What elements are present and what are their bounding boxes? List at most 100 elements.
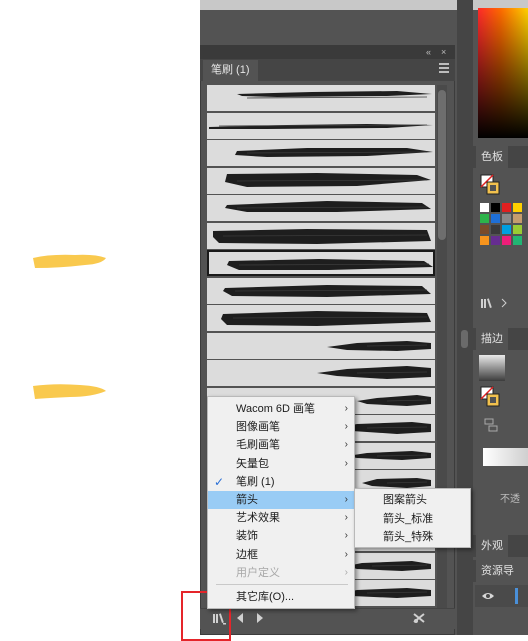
brush-row[interactable]: [207, 222, 435, 249]
swatch[interactable]: [502, 236, 511, 245]
brush-stroke-preview: [213, 228, 431, 244]
arrows-submenu: 图案箭头箭头_标准箭头_特殊: [354, 488, 471, 548]
brush-stroke-preview: [225, 172, 431, 187]
swatch[interactable]: [513, 225, 522, 234]
menu-item[interactable]: 毛刷画笔 ›: [208, 436, 354, 454]
menu-item-other-library[interactable]: 其它库(O)...: [208, 588, 354, 606]
submenu-arrow-icon: ›: [344, 566, 348, 578]
swatch[interactable]: [502, 225, 511, 234]
swatch-library-icon[interactable]: [480, 296, 525, 310]
brush-row[interactable]: [207, 167, 435, 194]
scrollbar-thumb[interactable]: [438, 90, 446, 240]
gradient-swatch[interactable]: [479, 355, 505, 381]
tab-appearance[interactable]: 外观: [476, 535, 508, 557]
menu-item[interactable]: 矢量包 ›: [208, 455, 354, 473]
submenu-arrow-icon: ›: [344, 457, 348, 469]
brush-row[interactable]: [207, 332, 435, 359]
next-library-icon[interactable]: [255, 611, 265, 630]
asset-row[interactable]: [475, 585, 528, 607]
tab-more[interactable]: [511, 146, 525, 168]
tab-asset-export[interactable]: 资源导出: [476, 560, 528, 599]
selection-indicator: [515, 588, 518, 604]
brush-row[interactable]: [207, 85, 435, 111]
swatch[interactable]: [491, 203, 500, 212]
brush-row[interactable]: [207, 250, 435, 276]
menu-item[interactable]: 图像画笔 ›: [208, 418, 354, 436]
menu-item-label: 边框: [236, 548, 258, 561]
menu-item-label: 其它库(O)...: [236, 591, 295, 603]
tab-brushes[interactable]: 笔刷 (1): [203, 60, 258, 81]
menu-item[interactable]: 箭头 ›: [208, 491, 354, 509]
swatch[interactable]: [513, 214, 522, 223]
brush-row[interactable]: [207, 140, 435, 166]
brush-stroke-preview: [209, 123, 433, 129]
brush-row[interactable]: [207, 360, 435, 386]
remove-brush-icon[interactable]: [412, 611, 426, 630]
menu-item-label: 毛刷画笔: [236, 439, 280, 452]
brush-stroke-preview: [223, 284, 431, 297]
brush-row[interactable]: [207, 277, 435, 304]
submenu-item[interactable]: 箭头_标准: [355, 510, 470, 528]
menu-item-label: 矢量包: [236, 457, 269, 470]
eye-icon[interactable]: [481, 591, 495, 601]
menu-item: 用户定义 ›: [208, 564, 354, 582]
swatch[interactable]: [491, 236, 500, 245]
menu-item[interactable]: 边框 ›: [208, 546, 354, 564]
appearance-tabbar: 外观: [473, 535, 528, 557]
submenu-item[interactable]: 箭头_特殊: [355, 528, 470, 546]
swatches-tabbar: 色板: [473, 146, 528, 168]
gradient-slider[interactable]: [483, 448, 528, 466]
swatch[interactable]: [480, 203, 489, 212]
swatch[interactable]: [502, 203, 511, 212]
brush-row[interactable]: [207, 195, 435, 221]
panel-bottom-toolbar: [200, 608, 455, 629]
submenu-arrow-icon: ›: [344, 548, 348, 560]
prev-library-icon[interactable]: [235, 611, 245, 630]
menu-item-label: 装饰: [236, 530, 258, 543]
swatch[interactable]: [513, 203, 522, 212]
library-context-menu: Wacom 6D 画笔 › 图像画笔 › 毛刷画笔 › 矢量包 › ✓ 笔刷 (1) 箭头 › 艺术效果…: [207, 396, 355, 609]
checkmark-icon: ✓: [214, 474, 225, 489]
submenu-item[interactable]: 图案箭头: [355, 491, 470, 509]
brush-stroke-preview: [221, 311, 431, 326]
swatch[interactable]: [480, 214, 489, 223]
swatch[interactable]: [513, 236, 522, 245]
submenu-arrow-icon: ›: [344, 512, 348, 524]
submenu-item-label: 箭头_特殊: [383, 531, 434, 543]
menu-item[interactable]: 艺术效果 ›: [208, 509, 354, 527]
menu-item-label: 图像画笔: [236, 421, 280, 434]
color-spectrum[interactable]: [478, 8, 528, 138]
menu-item[interactable]: ✓ 笔刷 (1): [208, 473, 354, 491]
swatch[interactable]: [491, 225, 500, 234]
brush-stroke-preview: [327, 340, 431, 351]
tab-more-2[interactable]: [511, 328, 525, 350]
menu-item[interactable]: Wacom 6D 画笔 ›: [208, 400, 354, 418]
tab-swatches[interactable]: 色板: [476, 146, 508, 168]
collapse-icon[interactable]: «: [426, 45, 431, 59]
menu-item-label: 箭头: [236, 494, 258, 506]
yellow-brush-stroke-2: [33, 384, 106, 399]
fill-stroke-indicator-icon[interactable]: [480, 174, 500, 196]
brush-stroke-preview: [237, 91, 432, 99]
brush-row[interactable]: [207, 305, 435, 331]
swatch[interactable]: [480, 236, 489, 245]
brush-row[interactable]: [207, 112, 435, 139]
submenu-arrow-icon: ›: [344, 403, 348, 414]
align-icon[interactable]: [484, 418, 498, 432]
close-icon[interactable]: ×: [441, 45, 446, 59]
swatch[interactable]: [480, 225, 489, 234]
tab-more-3[interactable]: [511, 535, 525, 557]
panel-menu-icon[interactable]: [439, 63, 449, 73]
fill-stroke-indicator-icon-2[interactable]: [480, 386, 500, 408]
menu-item-label: Wacom 6D 画笔: [236, 403, 316, 415]
brush-stroke-preview: [227, 259, 433, 270]
swatch-grid: [480, 203, 528, 263]
dock-resize-handle[interactable]: [461, 330, 468, 348]
tab-stroke[interactable]: 描边: [476, 328, 508, 350]
menu-separator: [216, 584, 348, 585]
submenu-arrow-icon: ›: [344, 494, 348, 505]
menu-item[interactable]: 装饰 ›: [208, 527, 354, 545]
swatch[interactable]: [491, 214, 500, 223]
swatch[interactable]: [502, 214, 511, 223]
submenu-item-label: 图案箭头: [383, 494, 427, 506]
